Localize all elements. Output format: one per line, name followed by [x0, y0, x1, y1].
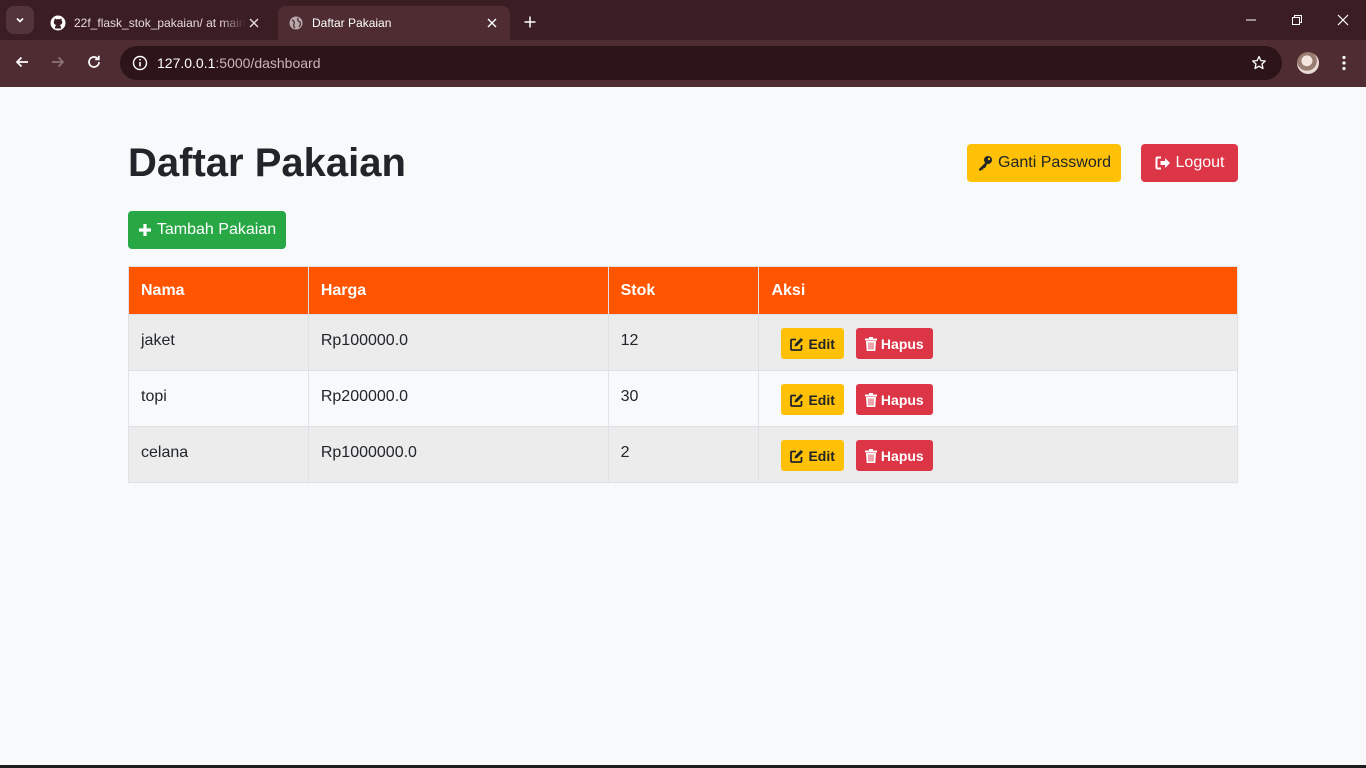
more-vertical-icon: [1342, 55, 1346, 71]
reload-button[interactable]: [80, 48, 108, 76]
address-bar[interactable]: 127.0.0.1:5000/dashboard: [120, 46, 1282, 80]
column-header-nama: Nama: [128, 266, 309, 315]
tab-github[interactable]: 22f_flask_stok_pakaian/ at main: [40, 6, 272, 40]
table-row: topi Rp200000.0 30 Edit Hapus: [128, 370, 1238, 427]
close-window-button[interactable]: [1320, 0, 1366, 40]
cell-aksi: Edit Hapus: [758, 370, 1238, 427]
close-icon[interactable]: [246, 15, 262, 31]
edit-icon: [790, 393, 804, 407]
cell-nama: celana: [128, 426, 309, 483]
table-row: celana Rp1000000.0 2 Edit Hapus: [128, 426, 1238, 483]
sign-out-icon: [1155, 156, 1170, 170]
hapus-label: Hapus: [880, 335, 924, 352]
restore-button[interactable]: [1274, 0, 1320, 40]
github-icon: [50, 15, 66, 31]
page-content: Daftar Pakaian Ganti Password Logout Tam…: [0, 87, 1366, 768]
url-path: :5000/dashboard: [215, 55, 321, 71]
cell-aksi: Edit Hapus: [758, 426, 1238, 483]
arrow-left-icon: [15, 56, 28, 68]
trash-icon: [864, 336, 877, 351]
minimize-icon: [1246, 19, 1256, 21]
minimize-button[interactable]: [1228, 0, 1274, 40]
cell-harga: Rp100000.0: [307, 314, 609, 371]
close-icon[interactable]: [484, 15, 500, 31]
edit-label: Edit: [808, 335, 835, 352]
table-row: jaket Rp100000.0 12 Edit Hapus: [128, 314, 1238, 371]
edit-button[interactable]: Edit: [781, 440, 844, 471]
tambah-pakaian-button[interactable]: Tambah Pakaian: [128, 211, 286, 249]
browser-titlebar: 22f_flask_stok_pakaian/ at main Daftar P…: [0, 0, 1366, 40]
cell-nama: topi: [128, 370, 309, 427]
tab-title: Daftar Pakaian: [312, 16, 392, 30]
edit-button[interactable]: Edit: [781, 328, 844, 359]
browser-menu-button[interactable]: [1332, 50, 1356, 76]
cell-harga: Rp200000.0: [307, 370, 609, 427]
page-title: Daftar Pakaian: [128, 141, 406, 185]
trash-icon: [864, 448, 877, 463]
cell-stok: 30: [607, 370, 760, 427]
chevron-down-icon: [16, 17, 24, 23]
arrow-right-icon: [52, 56, 65, 68]
cell-harga: Rp1000000.0: [307, 426, 609, 483]
trash-icon: [864, 392, 877, 407]
forward-button[interactable]: [44, 48, 72, 76]
ganti-password-label: Ganti Password: [998, 154, 1111, 171]
column-header-harga: Harga: [307, 266, 609, 315]
close-icon: [1337, 14, 1349, 26]
edit-button[interactable]: Edit: [781, 384, 844, 415]
hapus-button[interactable]: Hapus: [855, 384, 933, 415]
cell-stok: 2: [607, 426, 760, 483]
cell-aksi: Edit Hapus: [758, 314, 1238, 371]
profile-avatar[interactable]: [1297, 52, 1319, 74]
reload-icon: [88, 55, 100, 68]
plus-icon: [524, 16, 536, 28]
logout-label: Logout: [1175, 154, 1225, 171]
hapus-button[interactable]: Hapus: [855, 328, 933, 359]
ganti-password-button[interactable]: Ganti Password: [967, 144, 1121, 182]
edit-label: Edit: [808, 391, 835, 408]
url-text[interactable]: 127.0.0.1:5000/dashboard: [157, 55, 320, 71]
cell-nama: jaket: [128, 314, 309, 371]
column-header-aksi: Aksi: [758, 266, 1238, 315]
key-icon: [979, 156, 993, 171]
tab-search-button[interactable]: [6, 6, 34, 34]
cell-stok: 12: [607, 314, 760, 371]
restore-icon: [1292, 15, 1302, 25]
table-header-row: Nama Harga Stok Aksi: [128, 266, 1238, 315]
hapus-label: Hapus: [880, 391, 924, 408]
column-header-stok: Stok: [607, 266, 760, 315]
tambah-pakaian-label: Tambah Pakaian: [156, 221, 277, 238]
edit-icon: [790, 337, 804, 351]
browser-toolbar: 127.0.0.1:5000/dashboard: [0, 40, 1366, 87]
tab-title: 22f_flask_stok_pakaian/ at main: [74, 16, 246, 30]
hapus-button[interactable]: Hapus: [855, 440, 933, 471]
back-button[interactable]: [8, 48, 36, 76]
plus-icon: [138, 224, 151, 236]
edit-label: Edit: [808, 447, 835, 464]
edit-icon: [790, 449, 804, 463]
new-tab-button[interactable]: [518, 10, 542, 34]
bookmark-star-icon[interactable]: [1248, 52, 1270, 74]
url-host: 127.0.0.1: [157, 55, 216, 71]
globe-icon: [288, 15, 304, 31]
tab-daftar-pakaian[interactable]: Daftar Pakaian: [278, 6, 510, 40]
hapus-label: Hapus: [880, 447, 924, 464]
logout-button[interactable]: Logout: [1141, 144, 1238, 182]
pakaian-table: Nama Harga Stok Aksi jaket Rp100000.0 12…: [128, 266, 1238, 483]
site-info-icon[interactable]: [128, 51, 152, 75]
